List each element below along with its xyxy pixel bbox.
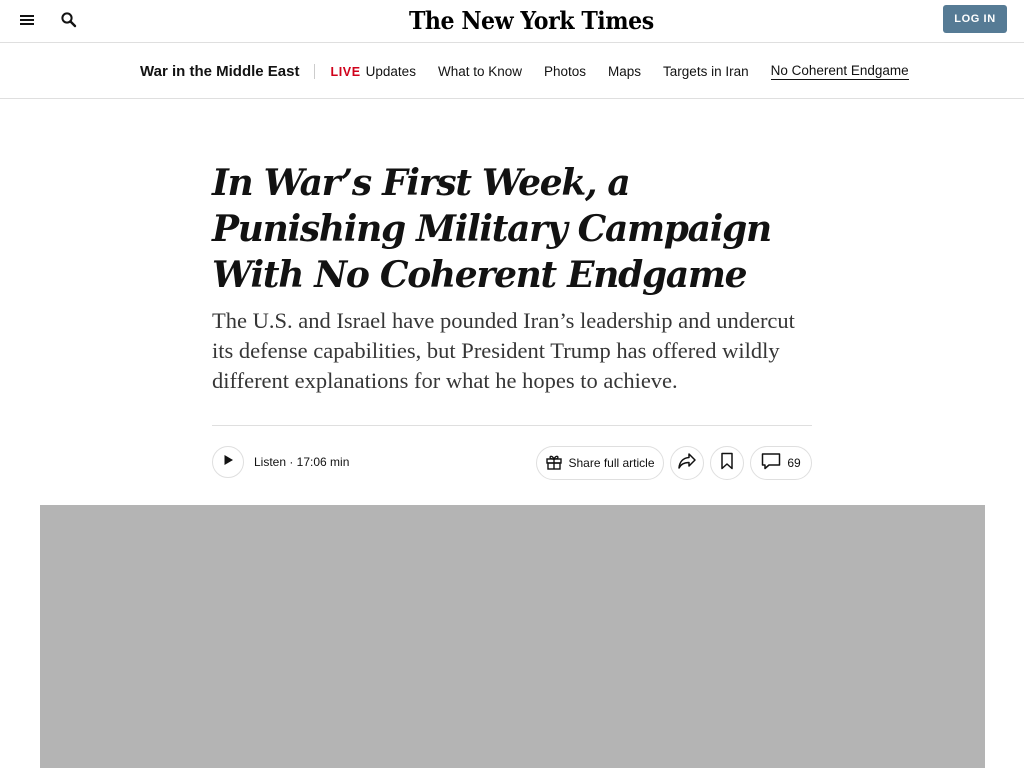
nyt-logo[interactable]: The New York Times bbox=[409, 4, 654, 38]
article-summary: The U.S. and Israel have pounded Iran’s … bbox=[212, 308, 795, 393]
nav-link-no-coherent-endgame[interactable]: No Coherent Endgame bbox=[770, 63, 909, 80]
section-nav: War in the Middle East LIVE Updates What… bbox=[0, 43, 1024, 99]
play-icon bbox=[222, 453, 234, 471]
nav-link-photos[interactable]: Photos bbox=[544, 64, 586, 79]
comment-icon bbox=[761, 452, 781, 475]
share-label: Share full article bbox=[568, 456, 655, 470]
nav-link-label: Updates bbox=[365, 63, 416, 79]
nav-divider bbox=[314, 63, 316, 79]
article-headline: In War’s First Week, a Punishing Militar… bbox=[212, 162, 772, 296]
section-title[interactable]: War in the Middle East bbox=[140, 63, 299, 80]
masthead: The New York Times LOG IN bbox=[0, 0, 1024, 43]
comment-count: 69 bbox=[787, 456, 801, 470]
bookmark-icon bbox=[720, 452, 734, 475]
nav-link-live-updates[interactable]: LIVE Updates bbox=[330, 64, 415, 79]
gift-icon bbox=[545, 452, 563, 475]
search-icon[interactable] bbox=[60, 11, 78, 29]
nav-link-maps[interactable]: Maps bbox=[608, 64, 641, 79]
nav-link-what-to-know[interactable]: What to Know bbox=[438, 64, 522, 79]
share-forward-icon bbox=[677, 452, 697, 475]
login-button[interactable]: LOG IN bbox=[943, 5, 1007, 33]
listen-play-button[interactable] bbox=[212, 446, 244, 478]
listen-duration-label[interactable]: Listen · 17:06 min bbox=[254, 455, 349, 469]
nav-link-targets-in-iran[interactable]: Targets in Iran bbox=[663, 64, 749, 79]
divider bbox=[212, 425, 812, 426]
share-button[interactable] bbox=[670, 446, 704, 480]
save-bookmark-button[interactable] bbox=[710, 446, 744, 480]
hamburger-menu-icon[interactable] bbox=[17, 10, 37, 30]
comments-button[interactable]: 69 bbox=[750, 446, 812, 480]
share-full-article-button[interactable]: Share full article bbox=[536, 446, 664, 480]
live-badge: LIVE bbox=[330, 64, 361, 79]
lead-image bbox=[40, 505, 985, 768]
